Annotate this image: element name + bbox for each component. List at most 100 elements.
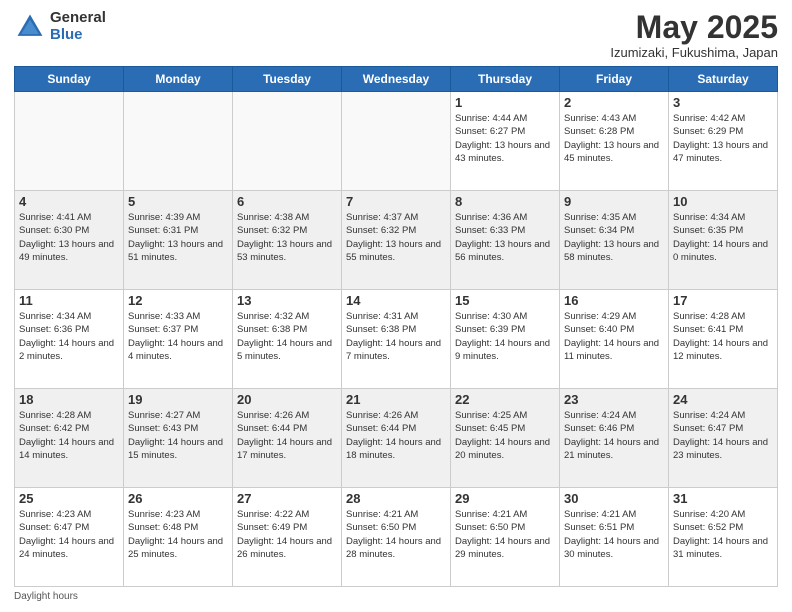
day-number: 5 (128, 194, 228, 209)
table-row: 1 Sunrise: 4:44 AM Sunset: 6:27 PM Daylig… (451, 92, 560, 191)
table-row: 21 Sunrise: 4:26 AM Sunset: 6:44 PM Dayli… (342, 389, 451, 488)
day-info: Sunrise: 4:29 AM Sunset: 6:40 PM Dayligh… (564, 310, 664, 363)
col-tuesday: Tuesday (233, 67, 342, 92)
day-info: Sunrise: 4:41 AM Sunset: 6:30 PM Dayligh… (19, 211, 119, 264)
table-row: 31 Sunrise: 4:20 AM Sunset: 6:52 PM Dayli… (669, 488, 778, 587)
table-row: 15Sunrise: 4:30 AM Sunset: 6:39 PM Dayli… (451, 290, 560, 389)
table-row: 12Sunrise: 4:33 AM Sunset: 6:37 PM Dayli… (124, 290, 233, 389)
day-number: 11 (19, 293, 119, 308)
day-info: Sunrise: 4:31 AM Sunset: 6:38 PM Dayligh… (346, 310, 446, 363)
calendar-week-row: 18 Sunrise: 4:28 AM Sunset: 6:42 PM Dayli… (15, 389, 778, 488)
day-number: 2 (564, 95, 664, 110)
day-number: 20 (237, 392, 337, 407)
table-row: 7 Sunrise: 4:37 AM Sunset: 6:32 PM Daylig… (342, 191, 451, 290)
table-row (15, 92, 124, 191)
header: General Blue May 2025 Izumizaki, Fukushi… (14, 10, 778, 60)
col-friday: Friday (560, 67, 669, 92)
table-row: 13 Sunrise: 4:32 AM Sunset: 6:38 PM Dayli… (233, 290, 342, 389)
col-saturday: Saturday (669, 67, 778, 92)
day-info: Sunrise: 4:38 AM Sunset: 6:32 PM Dayligh… (237, 211, 337, 264)
daylight-label: Daylight hours (14, 591, 78, 602)
logo-general-text: General (50, 10, 106, 27)
calendar-week-row: 4 Sunrise: 4:41 AM Sunset: 6:30 PM Daylig… (15, 191, 778, 290)
table-row: 6 Sunrise: 4:38 AM Sunset: 6:32 PM Daylig… (233, 191, 342, 290)
day-number: 31 (673, 491, 773, 506)
day-info: Sunrise: 4:30 AM Sunset: 6:39 PM Dayligh… (455, 310, 555, 363)
day-number: 28 (346, 491, 446, 506)
table-row: 24 Sunrise: 4:24 AM Sunset: 6:47 PM Dayli… (669, 389, 778, 488)
day-info: Sunrise: 4:21 AM Sunset: 6:50 PM Dayligh… (455, 508, 555, 561)
day-info: Sunrise: 4:21 AM Sunset: 6:51 PM Dayligh… (564, 508, 664, 561)
day-number: 24 (673, 392, 773, 407)
day-number: 29 (455, 491, 555, 506)
table-row: 19Sunrise: 4:27 AM Sunset: 6:43 PM Dayli… (124, 389, 233, 488)
day-info: Sunrise: 4:25 AM Sunset: 6:45 PM Dayligh… (455, 409, 555, 462)
day-number: 18 (19, 392, 119, 407)
table-row: 16 Sunrise: 4:29 AM Sunset: 6:40 PM Dayli… (560, 290, 669, 389)
day-number: 27 (237, 491, 337, 506)
day-number: 12 (128, 293, 228, 308)
table-row: 14 Sunrise: 4:31 AM Sunset: 6:38 PM Dayli… (342, 290, 451, 389)
table-row: 17Sunrise: 4:28 AM Sunset: 6:41 PM Dayli… (669, 290, 778, 389)
day-number: 1 (455, 95, 555, 110)
day-info: Sunrise: 4:22 AM Sunset: 6:49 PM Dayligh… (237, 508, 337, 561)
table-row: 29 Sunrise: 4:21 AM Sunset: 6:50 PM Dayli… (451, 488, 560, 587)
day-info: Sunrise: 4:23 AM Sunset: 6:47 PM Dayligh… (19, 508, 119, 561)
table-row: 11 Sunrise: 4:34 AM Sunset: 6:36 PM Dayli… (15, 290, 124, 389)
day-info: Sunrise: 4:42 AM Sunset: 6:29 PM Dayligh… (673, 112, 773, 165)
table-row: 25Sunrise: 4:23 AM Sunset: 6:47 PM Dayli… (15, 488, 124, 587)
day-number: 26 (128, 491, 228, 506)
footer-note: Daylight hours (14, 591, 778, 602)
day-number: 6 (237, 194, 337, 209)
day-info: Sunrise: 4:24 AM Sunset: 6:47 PM Dayligh… (673, 409, 773, 462)
table-row (342, 92, 451, 191)
col-wednesday: Wednesday (342, 67, 451, 92)
table-row: 3 Sunrise: 4:42 AM Sunset: 6:29 PM Daylig… (669, 92, 778, 191)
table-row: 20 Sunrise: 4:26 AM Sunset: 6:44 PM Dayli… (233, 389, 342, 488)
day-number: 16 (564, 293, 664, 308)
logo-icon (14, 11, 46, 43)
month-title: May 2025 (610, 10, 778, 45)
day-number: 23 (564, 392, 664, 407)
table-row (124, 92, 233, 191)
day-number: 4 (19, 194, 119, 209)
day-number: 10 (673, 194, 773, 209)
day-info: Sunrise: 4:24 AM Sunset: 6:46 PM Dayligh… (564, 409, 664, 462)
table-row: 10Sunrise: 4:34 AM Sunset: 6:35 PM Dayli… (669, 191, 778, 290)
day-number: 22 (455, 392, 555, 407)
table-row: 8 Sunrise: 4:36 AM Sunset: 6:33 PM Daylig… (451, 191, 560, 290)
day-info: Sunrise: 4:28 AM Sunset: 6:42 PM Dayligh… (19, 409, 119, 462)
day-number: 21 (346, 392, 446, 407)
table-row: 5 Sunrise: 4:39 AM Sunset: 6:31 PM Daylig… (124, 191, 233, 290)
table-row (233, 92, 342, 191)
day-number: 14 (346, 293, 446, 308)
header-right: May 2025 Izumizaki, Fukushima, Japan (610, 10, 778, 60)
day-number: 3 (673, 95, 773, 110)
calendar-week-row: 25Sunrise: 4:23 AM Sunset: 6:47 PM Dayli… (15, 488, 778, 587)
location: Izumizaki, Fukushima, Japan (610, 45, 778, 60)
day-number: 8 (455, 194, 555, 209)
col-monday: Monday (124, 67, 233, 92)
table-row: 4 Sunrise: 4:41 AM Sunset: 6:30 PM Daylig… (15, 191, 124, 290)
table-row: 30Sunrise: 4:21 AM Sunset: 6:51 PM Dayli… (560, 488, 669, 587)
day-info: Sunrise: 4:44 AM Sunset: 6:27 PM Dayligh… (455, 112, 555, 165)
table-row: 26Sunrise: 4:23 AM Sunset: 6:48 PM Dayli… (124, 488, 233, 587)
day-number: 19 (128, 392, 228, 407)
day-info: Sunrise: 4:26 AM Sunset: 6:44 PM Dayligh… (237, 409, 337, 462)
day-number: 7 (346, 194, 446, 209)
day-info: Sunrise: 4:26 AM Sunset: 6:44 PM Dayligh… (346, 409, 446, 462)
day-info: Sunrise: 4:32 AM Sunset: 6:38 PM Dayligh… (237, 310, 337, 363)
calendar-week-row: 1 Sunrise: 4:44 AM Sunset: 6:27 PM Daylig… (15, 92, 778, 191)
day-number: 13 (237, 293, 337, 308)
day-info: Sunrise: 4:43 AM Sunset: 6:28 PM Dayligh… (564, 112, 664, 165)
table-row: 22 Sunrise: 4:25 AM Sunset: 6:45 PM Dayli… (451, 389, 560, 488)
day-info: Sunrise: 4:39 AM Sunset: 6:31 PM Dayligh… (128, 211, 228, 264)
logo: General Blue (14, 10, 106, 43)
day-info: Sunrise: 4:35 AM Sunset: 6:34 PM Dayligh… (564, 211, 664, 264)
day-info: Sunrise: 4:20 AM Sunset: 6:52 PM Dayligh… (673, 508, 773, 561)
day-info: Sunrise: 4:37 AM Sunset: 6:32 PM Dayligh… (346, 211, 446, 264)
day-info: Sunrise: 4:36 AM Sunset: 6:33 PM Dayligh… (455, 211, 555, 264)
table-row: 9Sunrise: 4:35 AM Sunset: 6:34 PM Daylig… (560, 191, 669, 290)
day-info: Sunrise: 4:34 AM Sunset: 6:36 PM Dayligh… (19, 310, 119, 363)
day-info: Sunrise: 4:28 AM Sunset: 6:41 PM Dayligh… (673, 310, 773, 363)
